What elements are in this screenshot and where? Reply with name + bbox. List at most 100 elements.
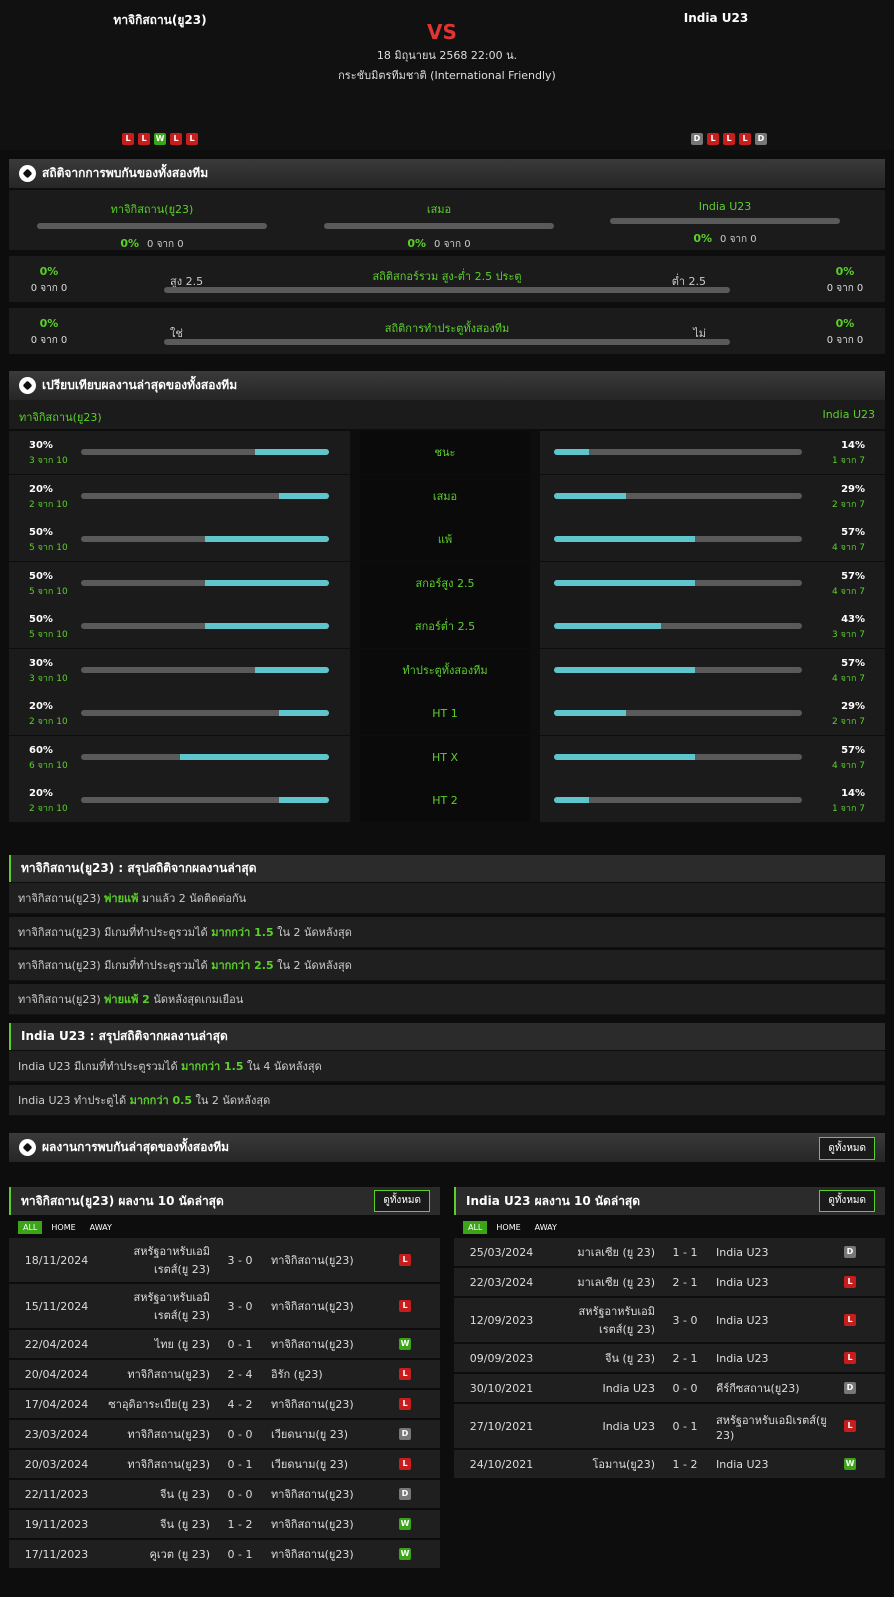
match-home-team[interactable]: India U23 bbox=[550, 1374, 655, 1402]
match-row[interactable]: 22/04/2024 ไทย (ยู 23) 0 - 1 ทาจิกิสถาน(ยู2… bbox=[9, 1330, 440, 1358]
h2h-draw-bar bbox=[324, 223, 554, 229]
summary-text: ทาจิกิสถาน(ยู23) bbox=[18, 892, 105, 905]
match-away-team[interactable]: อิรัก (ยู23) bbox=[271, 1360, 386, 1388]
match-away-team[interactable]: India U23 bbox=[716, 1344, 831, 1372]
match-home-team[interactable]: ซาอุดิอาระเบีย(ยู 23) bbox=[105, 1390, 210, 1418]
compare-away-of: 4 จาก 7 bbox=[832, 760, 865, 771]
match-away-team[interactable]: เวียดนาม(ยู 23) bbox=[271, 1450, 386, 1478]
result-badge: L bbox=[399, 1398, 411, 1410]
match-away-team[interactable]: India U23 bbox=[716, 1268, 831, 1296]
match-date: 20/03/2024 bbox=[24, 1457, 89, 1471]
match-date: 20/04/2024 bbox=[24, 1367, 89, 1381]
match-date: 23/03/2024 bbox=[24, 1427, 89, 1441]
match-away-team[interactable]: ทาจิกิสถาน(ยู23) bbox=[271, 1540, 386, 1568]
match-home-team[interactable]: India U23 bbox=[550, 1404, 655, 1448]
compare-team-names: ทาจิกิสถาน(ยู23) India U23 bbox=[9, 400, 885, 429]
match-score: 0 - 0 bbox=[227, 1487, 253, 1501]
match-home-team[interactable]: คูเวต (ยู 23) bbox=[105, 1540, 210, 1568]
btts-left-pct: 0% bbox=[39, 317, 59, 330]
match-row[interactable]: 30/10/2021 India U23 0 - 0 คีร์กีซสถาน(ยู23… bbox=[454, 1374, 885, 1402]
match-row[interactable]: 24/10/2021 โอมาน(ยู23) 1 - 2 India U23 W bbox=[454, 1450, 885, 1478]
compare-home-bar bbox=[81, 623, 329, 629]
match-row[interactable]: 18/11/2024 สหรัฐอาหรับเอมิเรตส์(ยู 23) 3 -… bbox=[9, 1238, 440, 1282]
match-home-team[interactable]: ทาจิกิสถาน(ยู23) bbox=[105, 1450, 210, 1478]
tab-all[interactable]: ALL bbox=[463, 1220, 488, 1234]
compare-home-name[interactable]: ทาจิกิสถาน(ยู23) bbox=[19, 408, 102, 426]
view-all-away-button[interactable]: ดูทั้งหมด bbox=[819, 1190, 875, 1212]
compare-away-name[interactable]: India U23 bbox=[822, 408, 875, 421]
tab-home[interactable]: HOME bbox=[491, 1221, 525, 1234]
compare-label: HT 2 bbox=[360, 779, 530, 822]
match-home-team[interactable]: สหรัฐอาหรับเอมิเรตส์(ยู 23) bbox=[105, 1238, 210, 1282]
summary-text: ใน 2 นัดหลังสุด bbox=[192, 1094, 271, 1107]
match-home-team[interactable]: จีน (ยู 23) bbox=[550, 1344, 655, 1372]
home-team-name[interactable]: ทาจิกิสถาน(ยู23) bbox=[60, 11, 260, 30]
match-away-team[interactable]: เวียดนาม(ยู 23) bbox=[271, 1420, 386, 1448]
match-row[interactable]: 20/03/2024 ทาจิกิสถาน(ยู23) 0 - 1 เวียดนาม(… bbox=[9, 1450, 440, 1478]
result-badge: L bbox=[399, 1368, 411, 1380]
match-home-team[interactable]: สหรัฐอาหรับเอมิเรตส์(ยู 23) bbox=[550, 1298, 655, 1342]
match-home-team[interactable]: โอมาน(ยู23) bbox=[550, 1450, 656, 1478]
match-home-team[interactable]: จีน (ยู 23) bbox=[105, 1480, 210, 1508]
match-home-team[interactable]: ไทย (ยู 23) bbox=[105, 1330, 210, 1358]
match-row[interactable]: 09/09/2023 จีน (ยู 23) 2 - 1 India U23 L bbox=[454, 1344, 885, 1372]
tab-all[interactable]: ALL bbox=[18, 1220, 43, 1234]
compare-away-bar-fill bbox=[554, 797, 589, 803]
match-home-team[interactable]: ทาจิกิสถาน(ยู23) bbox=[105, 1360, 210, 1388]
ou-bar bbox=[164, 287, 730, 293]
compare-row: 20% 2 จาก 10 HT 2 14% 1 จาก 7 bbox=[9, 779, 885, 823]
match-row[interactable]: 19/11/2023 จีน (ยู 23) 1 - 2 ทาจิกิสถาน(ยู2… bbox=[9, 1510, 440, 1538]
compare-home-bar-fill bbox=[205, 579, 329, 586]
h2h-draw-pct: 0% bbox=[407, 237, 427, 250]
compare-row: 30% 3 จาก 10 ทำประตูทั้งสองทีม 57% 4 จาก 7 bbox=[9, 648, 885, 693]
compare-home-pct: 50% bbox=[29, 614, 53, 625]
match-away-team[interactable]: ทาจิกิสถาน(ยู23) bbox=[271, 1284, 386, 1328]
match-row[interactable]: 25/03/2024 มาเลเซีย (ยู 23) 1 - 1 India U23… bbox=[454, 1238, 885, 1266]
h2h-home-bar bbox=[37, 223, 267, 229]
match-row[interactable]: 22/03/2024 มาเลเซีย (ยู 23) 2 - 1 India U23… bbox=[454, 1268, 885, 1296]
away-team-name[interactable]: India U23 bbox=[616, 11, 816, 25]
summary-row: ทาจิกิสถาน(ยู23) พ่ายแพ้ มาแล้ว 2 นัดติด… bbox=[9, 883, 885, 914]
match-row[interactable]: 17/04/2024 ซาอุดิอาระเบีย(ยู 23) 4 - 2 ทาจิ… bbox=[9, 1390, 440, 1418]
match-score: 0 - 1 bbox=[672, 1419, 698, 1433]
compare-away-bar bbox=[554, 579, 802, 586]
match-away-team[interactable]: ทาจิกิสถาน(ยู23) bbox=[271, 1330, 386, 1358]
view-all-h2h-button[interactable]: ดูทั้งหมด bbox=[819, 1137, 875, 1160]
match-away-team[interactable]: ทาจิกิสถาน(ยู23) bbox=[271, 1480, 386, 1508]
match-score: 4 - 2 bbox=[227, 1397, 253, 1411]
match-away-team[interactable]: India U23 bbox=[716, 1238, 831, 1266]
match-date: 27/10/2021 bbox=[469, 1419, 534, 1433]
compare-away-bar bbox=[554, 492, 802, 499]
match-away-team[interactable]: India U23 bbox=[716, 1450, 831, 1478]
compare-away-cell: 43% 3 จาก 7 bbox=[540, 605, 885, 648]
match-home-team[interactable]: มาเลเซีย (ยู 23) bbox=[550, 1268, 655, 1296]
match-row[interactable]: 20/04/2024 ทาจิกิสถาน(ยู23) 2 - 4 อิรัก (ยู… bbox=[9, 1360, 440, 1388]
match-home-team[interactable]: มาเลเซีย (ยู 23) bbox=[550, 1238, 655, 1266]
tab-away[interactable]: AWAY bbox=[530, 1221, 562, 1234]
view-all-home-button[interactable]: ดูทั้งหมด bbox=[374, 1190, 430, 1212]
match-row[interactable]: 22/11/2023 จีน (ยู 23) 0 - 0 ทาจิกิสถาน(ยู2… bbox=[9, 1480, 440, 1508]
match-home-team[interactable]: ทาจิกิสถาน(ยู23) bbox=[105, 1420, 210, 1448]
summary-highlight: มากกว่า 1.5 bbox=[181, 1060, 244, 1073]
vs-label: VS bbox=[427, 20, 457, 44]
match-away-team[interactable]: คีร์กีซสถาน(ยู23) bbox=[716, 1374, 831, 1402]
ou-title: สถิติสกอร์รวม สูง-ต่ำ 2.5 ประตู bbox=[372, 270, 522, 283]
tab-home[interactable]: HOME bbox=[46, 1221, 80, 1234]
match-row[interactable]: 23/03/2024 ทาจิกิสถาน(ยู23) 0 - 0 เวียดนาม(… bbox=[9, 1420, 440, 1448]
match-away-team[interactable]: ทาจิกิสถาน(ยู23) bbox=[271, 1238, 386, 1282]
match-row[interactable]: 15/11/2024 สหรัฐอาหรับเอมิเรตส์(ยู 23) 3 -… bbox=[9, 1284, 440, 1328]
match-row[interactable]: 27/10/2021 India U23 0 - 1 สหรัฐอาหรับเอมิเ… bbox=[454, 1404, 885, 1448]
home-form-badges: LLWLL bbox=[122, 133, 198, 145]
match-away-team[interactable]: India U23 bbox=[716, 1298, 831, 1342]
match-away-team[interactable]: ทาจิกิสถาน(ยู23) bbox=[271, 1390, 386, 1418]
match-row[interactable]: 12/09/2023 สหรัฐอาหรับเอมิเรตส์(ยู 23) 3 -… bbox=[454, 1298, 885, 1342]
form-badge: L bbox=[739, 133, 751, 145]
compare-row: 20% 2 จาก 10 HT 1 29% 2 จาก 7 bbox=[9, 692, 885, 736]
match-home-team[interactable]: สหรัฐอาหรับเอมิเรตส์(ยู 23) bbox=[105, 1284, 210, 1328]
tab-away[interactable]: AWAY bbox=[85, 1221, 117, 1234]
match-away-team[interactable]: สหรัฐอาหรับเอมิเรตส์(ยู 23) bbox=[716, 1404, 831, 1448]
match-home-team[interactable]: จีน (ยู 23) bbox=[105, 1510, 210, 1538]
match-away-team[interactable]: ทาจิกิสถาน(ยู23) bbox=[271, 1510, 386, 1538]
match-row[interactable]: 17/11/2023 คูเวต (ยู 23) 0 - 1 ทาจิกิสถาน(ย… bbox=[9, 1540, 440, 1568]
match-score: 0 - 0 bbox=[227, 1427, 253, 1441]
